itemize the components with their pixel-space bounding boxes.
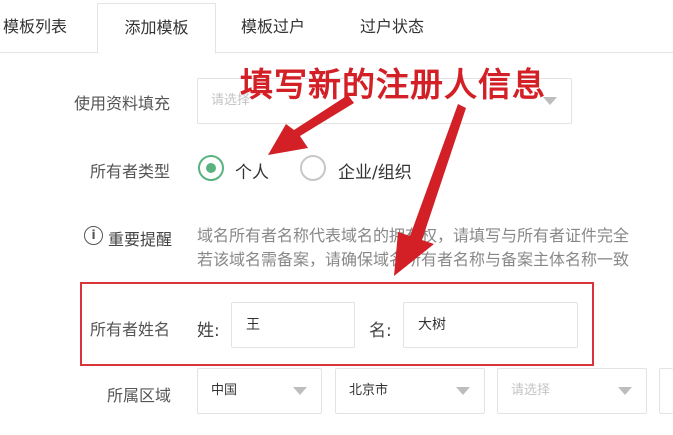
tab-bar: 模板列表 添加模板 模板过户 过户状态 xyxy=(0,0,673,54)
province-value: 北京市 xyxy=(349,383,389,398)
radio-personal-label[interactable]: 个人 xyxy=(235,158,269,183)
owner-name-label: 所有者姓名 xyxy=(90,320,171,339)
country-select[interactable]: 中国 xyxy=(197,368,322,414)
city-placeholder: 请选择 xyxy=(511,383,551,398)
radio-organization-label[interactable]: 企业/组织 xyxy=(338,158,412,183)
city-select[interactable]: 请选择 xyxy=(497,368,647,414)
given-name-prefix: 名: xyxy=(369,321,392,341)
radio-personal[interactable] xyxy=(198,155,224,181)
province-select[interactable]: 北京市 xyxy=(335,368,485,414)
country-value: 中国 xyxy=(211,383,238,398)
tab-template-list[interactable]: 模板列表 xyxy=(3,0,67,53)
given-name-value: 大树 xyxy=(418,317,446,333)
chevron-down-icon xyxy=(456,387,470,395)
surname-prefix: 姓: xyxy=(197,321,220,341)
surname-input[interactable]: 王 xyxy=(231,302,355,348)
tab-transfer-status[interactable]: 过户状态 xyxy=(360,0,424,53)
district-select-partial[interactable] xyxy=(659,368,673,414)
tab-add-template[interactable]: 添加模板 xyxy=(97,3,216,54)
chevron-down-icon xyxy=(293,387,307,395)
surname-value: 王 xyxy=(246,317,260,333)
chevron-down-icon xyxy=(618,387,632,395)
fill-from-profile-label: 使用资料填充 xyxy=(74,94,171,113)
given-name-input[interactable]: 大树 xyxy=(403,302,578,348)
notice-label: 重要提醒 xyxy=(108,230,173,249)
notice-line-1: 域名所有者名称代表域名的拥有权，请填写与所有者证件完全 xyxy=(197,226,630,245)
notice-line-2: 若该域名需备案，请确保域名所有者名称与备案主体名称一致 xyxy=(197,250,630,269)
owner-type-label: 所有者类型 xyxy=(90,162,171,181)
region-label: 所属区域 xyxy=(107,386,172,405)
info-icon: i xyxy=(84,226,103,245)
tab-template-transfer[interactable]: 模板过户 xyxy=(241,0,305,53)
annotation-text: 填写新的注册人信息 xyxy=(240,65,546,104)
radio-organization[interactable] xyxy=(300,155,326,181)
